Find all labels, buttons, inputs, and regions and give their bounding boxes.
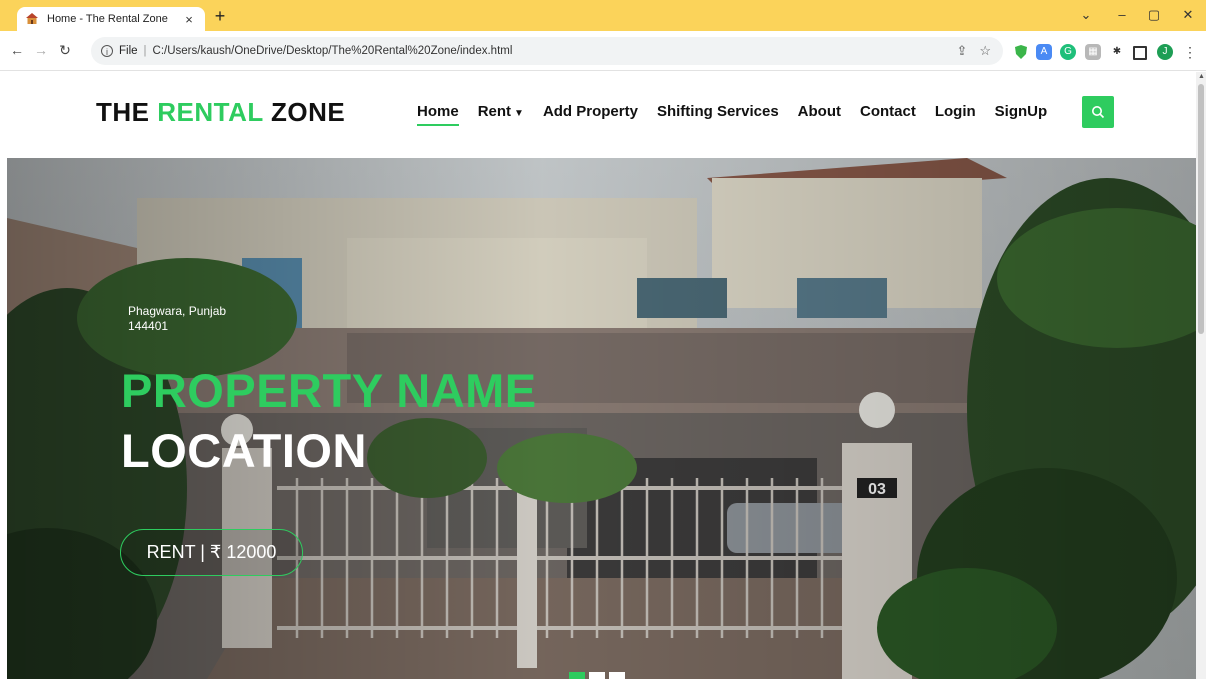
- property-name-heading: PROPERTY NAME: [121, 364, 537, 417]
- share-icon[interactable]: ⇪: [956, 43, 967, 59]
- tab-title: Home - The Rental Zone: [47, 13, 168, 25]
- grammarly-extension-icon[interactable]: G: [1060, 44, 1076, 60]
- nav-add-property[interactable]: Add Property: [543, 103, 638, 120]
- property-address: Phagwara, Punjab 144401: [128, 304, 226, 334]
- slide-indicator-2[interactable]: [589, 672, 605, 679]
- minimize-icon[interactable]: –: [1112, 6, 1132, 24]
- logo-text-accent: RENTAL: [157, 97, 264, 127]
- url-text: C:/Users/kaush/OneDrive/Desktop/The%20Re…: [152, 45, 513, 57]
- info-icon[interactable]: i: [101, 45, 113, 57]
- browser-tab[interactable]: Home - The Rental Zone ×: [17, 7, 205, 31]
- page-scrollbar[interactable]: [1196, 72, 1206, 679]
- nav-login[interactable]: Login: [935, 103, 976, 120]
- nav-shifting-services[interactable]: Shifting Services: [657, 103, 779, 120]
- nav-rent-dropdown[interactable]: Rent ▼: [478, 103, 524, 120]
- side-panel-icon[interactable]: [1133, 46, 1147, 60]
- shield-extension-icon[interactable]: [1013, 44, 1029, 60]
- nav-rent-label: Rent: [477, 103, 512, 120]
- back-icon[interactable]: ←: [9, 42, 25, 58]
- search-button[interactable]: [1082, 96, 1114, 128]
- menu-kebab-icon[interactable]: ⋮: [1182, 44, 1198, 60]
- nav-signup[interactable]: SignUp: [995, 103, 1048, 120]
- house-favicon-icon: [26, 13, 38, 24]
- slide-indicator-3[interactable]: [609, 672, 625, 679]
- browser-tab-bar: Home - The Rental Zone × + ⌄ – ▢ ✕: [0, 0, 1206, 31]
- browser-toolbar: ← → ↻ i File | C:/Users/kaush/OneDrive/D…: [0, 31, 1206, 71]
- file-label: File: [119, 45, 138, 57]
- search-icon: [1092, 106, 1105, 119]
- extensions-puzzle-icon[interactable]: ✱: [1109, 44, 1125, 60]
- close-window-icon[interactable]: ✕: [1178, 6, 1198, 24]
- address-bar[interactable]: i File | C:/Users/kaush/OneDrive/Desktop…: [91, 37, 1003, 65]
- close-tab-icon[interactable]: ×: [181, 12, 197, 27]
- address-city: Phagwara, Punjab: [128, 304, 227, 318]
- tab-search-icon[interactable]: ⌄: [1076, 6, 1096, 24]
- nav-about[interactable]: About: [798, 103, 841, 120]
- caret-down-icon: ▼: [514, 108, 524, 119]
- address-pincode: 144401: [128, 319, 169, 333]
- logo-text-2: ZONE: [271, 97, 346, 127]
- profile-avatar[interactable]: J: [1157, 44, 1173, 60]
- forward-icon[interactable]: →: [33, 42, 49, 58]
- slide-indicator-1[interactable]: [569, 672, 585, 679]
- slider-indicators: [569, 672, 625, 679]
- site-header: THE RENTAL ZONE Home Rent ▼ Add Property …: [0, 72, 1196, 160]
- site-logo[interactable]: THE RENTAL ZONE: [96, 97, 345, 128]
- nav-contact[interactable]: Contact: [860, 103, 916, 120]
- logo-text-1: THE: [96, 97, 150, 127]
- nav-home[interactable]: Home: [417, 103, 459, 126]
- translate-extension-icon[interactable]: A: [1036, 44, 1052, 60]
- maximize-icon[interactable]: ▢: [1144, 6, 1164, 24]
- bookmark-star-icon[interactable]: ☆: [979, 43, 991, 59]
- reload-icon[interactable]: ↻: [57, 42, 73, 58]
- scroll-up-arrow-icon[interactable]: ▲: [1198, 73, 1205, 80]
- separator: |: [143, 45, 147, 57]
- main-nav: Home Rent ▼ Add Property Shifting Service…: [417, 103, 1066, 126]
- new-tab-button[interactable]: +: [211, 7, 229, 25]
- hero-slider: 03 Phagwara, Punjab 144401 PROPERTY NAME…: [7, 158, 1196, 679]
- extension-icon[interactable]: ▦: [1085, 44, 1101, 60]
- rent-button[interactable]: RENT | ₹ 12000: [120, 529, 303, 576]
- location-heading: LOCATION: [121, 424, 367, 477]
- scrollbar-thumb[interactable]: [1198, 84, 1204, 334]
- house-photo: 03: [7, 158, 1196, 679]
